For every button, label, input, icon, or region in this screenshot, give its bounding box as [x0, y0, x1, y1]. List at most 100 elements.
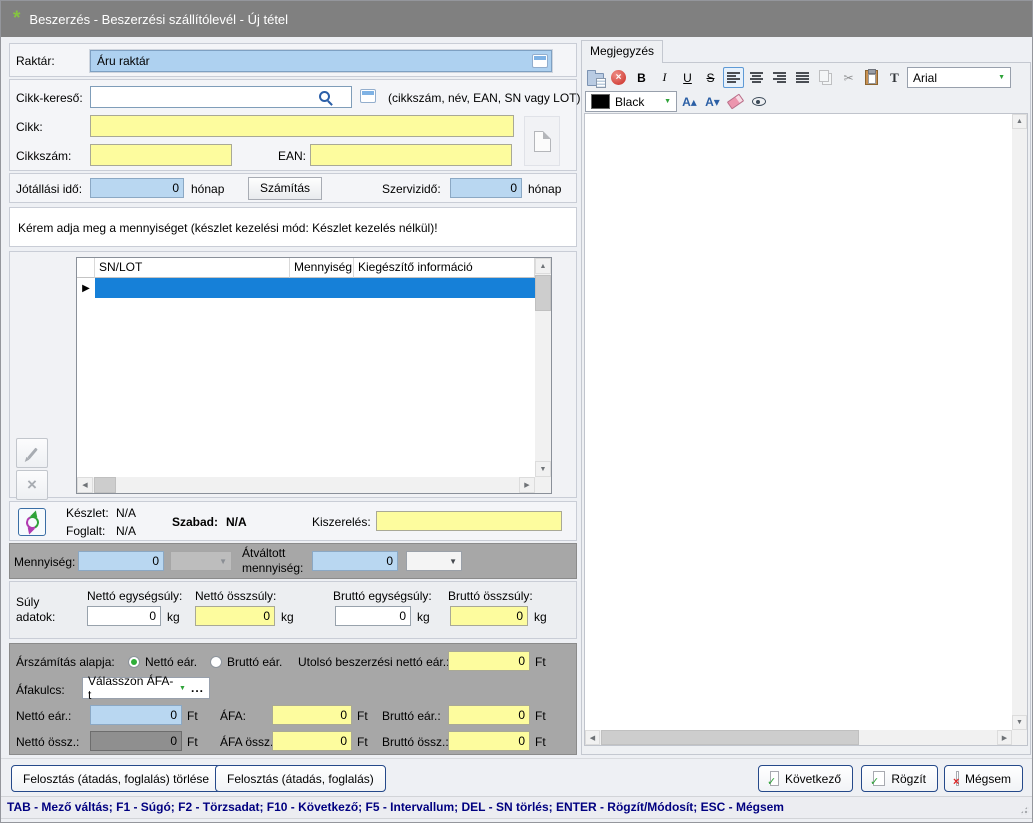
cut-button[interactable]: ✂ — [838, 67, 859, 88]
currency-unit: Ft — [187, 709, 198, 723]
editor-scroll-left[interactable]: ◀ — [585, 730, 600, 745]
item-name-input[interactable] — [90, 115, 514, 137]
copy-icon — [819, 70, 829, 82]
grid-scroll-up[interactable]: ▲ — [535, 258, 551, 274]
align-right-button[interactable] — [769, 67, 790, 88]
font-icon: T — [890, 69, 899, 85]
next-button[interactable]: ✓ Következő — [758, 765, 853, 792]
free-value: N/A — [226, 515, 247, 529]
grid-scroll-left[interactable]: ◀ — [77, 477, 93, 493]
allocation-button[interactable]: Felosztás (átadás, foglalás) — [215, 765, 386, 792]
editor-scroll-up[interactable]: ▲ — [1012, 114, 1027, 129]
tab-megjegyzes[interactable]: Megjegyzés — [581, 40, 663, 63]
gross-total-weight-field[interactable]: 0 — [450, 606, 528, 626]
eraser-button[interactable] — [725, 91, 746, 112]
strikethrough-button[interactable]: S — [700, 67, 721, 88]
editor-vscroll-track[interactable] — [1012, 114, 1027, 730]
note-editor[interactable]: ▲ ▼ ◀ ▶ — [584, 113, 1028, 746]
editor-hscroll-thumb[interactable] — [601, 730, 859, 745]
gross-total-label: Bruttó össz.: — [382, 735, 449, 749]
vat-field[interactable]: 0 — [272, 705, 352, 725]
grid-hscroll-thumb[interactable] — [94, 477, 116, 493]
right-arrow-icon: ▶ — [1001, 734, 1008, 742]
vat-total-label: ÁFA össz.: — [220, 735, 277, 749]
packaging-input[interactable] — [376, 511, 562, 531]
grid-vscroll-thumb[interactable] — [535, 275, 551, 311]
decrease-font-button[interactable]: A▾ — [702, 91, 723, 112]
net-unit-weight-field[interactable]: 0 — [87, 606, 161, 626]
lookup-window-icon[interactable] — [532, 54, 548, 68]
grid-hscroll-track[interactable] — [77, 477, 535, 493]
quantity-field[interactable]: 0 — [78, 551, 164, 571]
grid-header-extrainfo[interactable]: Kiegészítő információ — [354, 258, 535, 278]
gross-unit-weight-field[interactable]: 0 — [335, 606, 411, 626]
delete-icon: × — [27, 475, 37, 494]
item-search-input[interactable] — [90, 86, 352, 108]
right-arrow-icon: ▶ — [524, 482, 530, 489]
warehouse-combobox[interactable]: Áru raktár — [90, 50, 552, 72]
vat-total-field[interactable]: 0 — [272, 731, 352, 751]
radio-gross-price[interactable] — [210, 656, 222, 668]
justify-button[interactable] — [792, 67, 813, 88]
net-total-weight-field[interactable]: 0 — [195, 606, 275, 626]
row-marker-icon: ▶ — [82, 282, 90, 294]
item-number-input[interactable] — [90, 144, 232, 166]
font-color-select[interactable]: Black ▼ — [585, 91, 677, 112]
radio-gross-price-label[interactable]: Bruttó eár. — [227, 652, 282, 672]
editor-scroll-right[interactable]: ▶ — [997, 730, 1012, 745]
calculate-button[interactable]: Számítás — [248, 177, 322, 200]
paste-button[interactable] — [861, 67, 882, 88]
service-time-field[interactable]: 0 — [450, 178, 522, 198]
gross-total-field[interactable]: 0 — [448, 731, 530, 751]
font-family-select[interactable]: Arial ▼ — [907, 67, 1011, 88]
last-net-price-label: Utolsó beszerzési nettó eár.: — [298, 655, 450, 669]
vat-more-button[interactable]: ... — [191, 681, 204, 695]
grid-scroll-down[interactable]: ▼ — [535, 461, 551, 477]
insert-file-button[interactable] — [585, 67, 606, 88]
last-net-price-field[interactable]: 0 — [448, 651, 530, 671]
item-lookup-icon[interactable] — [360, 89, 376, 103]
refresh-stock-button[interactable] — [18, 508, 46, 536]
italic-button[interactable]: I — [654, 67, 675, 88]
kg-unit: kg — [534, 610, 547, 624]
warranty-field[interactable]: 0 — [90, 178, 184, 198]
ok-doc-icon: ✓ — [870, 771, 886, 788]
dialog-window: * Beszerzés - Beszerzési szállítólevél -… — [0, 0, 1033, 823]
save-button[interactable]: ✓ Rögzít — [861, 765, 938, 792]
warehouse-label: Raktár: — [16, 54, 55, 68]
clear-note-button[interactable]: × — [608, 67, 629, 88]
resize-grip[interactable] — [1019, 805, 1029, 815]
align-center-button[interactable] — [746, 67, 767, 88]
converted-quantity-field[interactable]: 0 — [312, 551, 398, 571]
cancel-button[interactable]: × Mégsem — [944, 765, 1023, 792]
font-family-value: Arial — [913, 70, 938, 85]
editor-scroll-down[interactable]: ▼ — [1012, 715, 1027, 730]
selected-row[interactable] — [95, 278, 535, 298]
italic-icon: I — [662, 70, 667, 84]
ean-input[interactable] — [310, 144, 512, 166]
radio-net-price-label[interactable]: Nettó eár. — [145, 652, 197, 672]
delete-row-button[interactable]: × — [16, 470, 48, 500]
document-icon — [533, 130, 551, 152]
radio-net-price[interactable] — [128, 656, 140, 668]
net-price-field[interactable]: 0 — [90, 705, 182, 725]
currency-unit: Ft — [535, 709, 546, 723]
copy-button[interactable] — [815, 67, 836, 88]
preview-button[interactable] — [748, 91, 769, 112]
justify-icon — [796, 72, 809, 83]
clear-allocation-button[interactable]: Felosztás (átadás, foglalás) törlése — [11, 765, 222, 792]
align-left-button[interactable] — [723, 67, 744, 88]
underline-button[interactable]: U — [677, 67, 698, 88]
increase-font-button[interactable]: A▴ — [679, 91, 700, 112]
grid-header-snlot[interactable]: SN/LOT — [95, 258, 290, 278]
converted-unit-select[interactable]: ▼ — [406, 551, 462, 571]
item-document-button[interactable] — [524, 116, 560, 166]
vat-select[interactable]: Válasszon ÁFA-t ▼ ... — [82, 674, 210, 702]
grid-scroll-right[interactable]: ▶ — [519, 477, 535, 493]
bold-button[interactable]: B — [631, 67, 652, 88]
font-dialog-button[interactable]: T — [884, 67, 905, 88]
edit-row-button[interactable] — [16, 438, 48, 468]
grid-header-quantity[interactable]: Mennyiség — [290, 258, 354, 278]
warranty-group: Jótállási idő: 0 hónap Számítás Szervizi… — [9, 173, 577, 203]
gross-price-field[interactable]: 0 — [448, 705, 530, 725]
